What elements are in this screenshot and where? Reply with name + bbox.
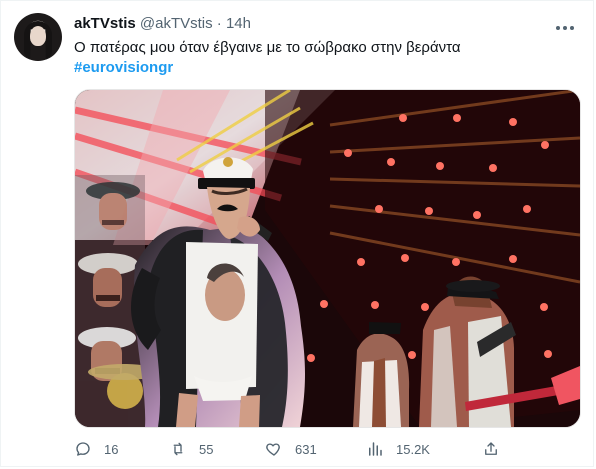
views-count: 15.2K	[396, 441, 430, 457]
reply-icon	[76, 442, 90, 456]
tweet-header: akTVstis @akTVstis · 14h	[74, 14, 251, 34]
share-action[interactable]	[482, 439, 512, 459]
more-icon[interactable]	[553, 16, 577, 34]
separator-dot: ·	[216, 15, 222, 32]
like-icon	[266, 443, 280, 456]
profile-avatar[interactable]	[14, 13, 62, 61]
share-icon	[485, 442, 497, 455]
retweet-icon	[173, 442, 183, 456]
tweet-body: Ο πατέρας μου όταν έβγαινε με το σώβρακο…	[74, 39, 461, 56]
reply-action[interactable]: 16	[74, 439, 118, 459]
tweet-actions: 16 55 631 15.2K	[74, 439, 579, 459]
tweet-time[interactable]: 14h	[226, 15, 251, 32]
like-count: 631	[295, 441, 317, 457]
like-action[interactable]: 631	[265, 439, 317, 459]
reply-count: 16	[104, 441, 119, 457]
retweet-action[interactable]: 55	[169, 439, 213, 459]
retweet-count: 55	[199, 441, 214, 457]
tweet-card[interactable]: akTVstis @akTVstis · 14h Ο πατέρας μου ό…	[0, 0, 594, 467]
tweet-text: Ο πατέρας μου όταν έβγαινε με το σώβρακο…	[74, 38, 461, 78]
avatar-face	[30, 26, 46, 46]
views-action[interactable]: 15.2K	[366, 439, 430, 459]
display-name[interactable]: akTVstis	[74, 15, 136, 32]
stage-photo	[75, 90, 580, 427]
hashtag-link[interactable]: #eurovisiongr	[74, 58, 461, 78]
views-icon	[369, 442, 382, 456]
tweet-media[interactable]	[74, 89, 581, 428]
user-handle[interactable]: @akTVstis	[140, 15, 213, 32]
